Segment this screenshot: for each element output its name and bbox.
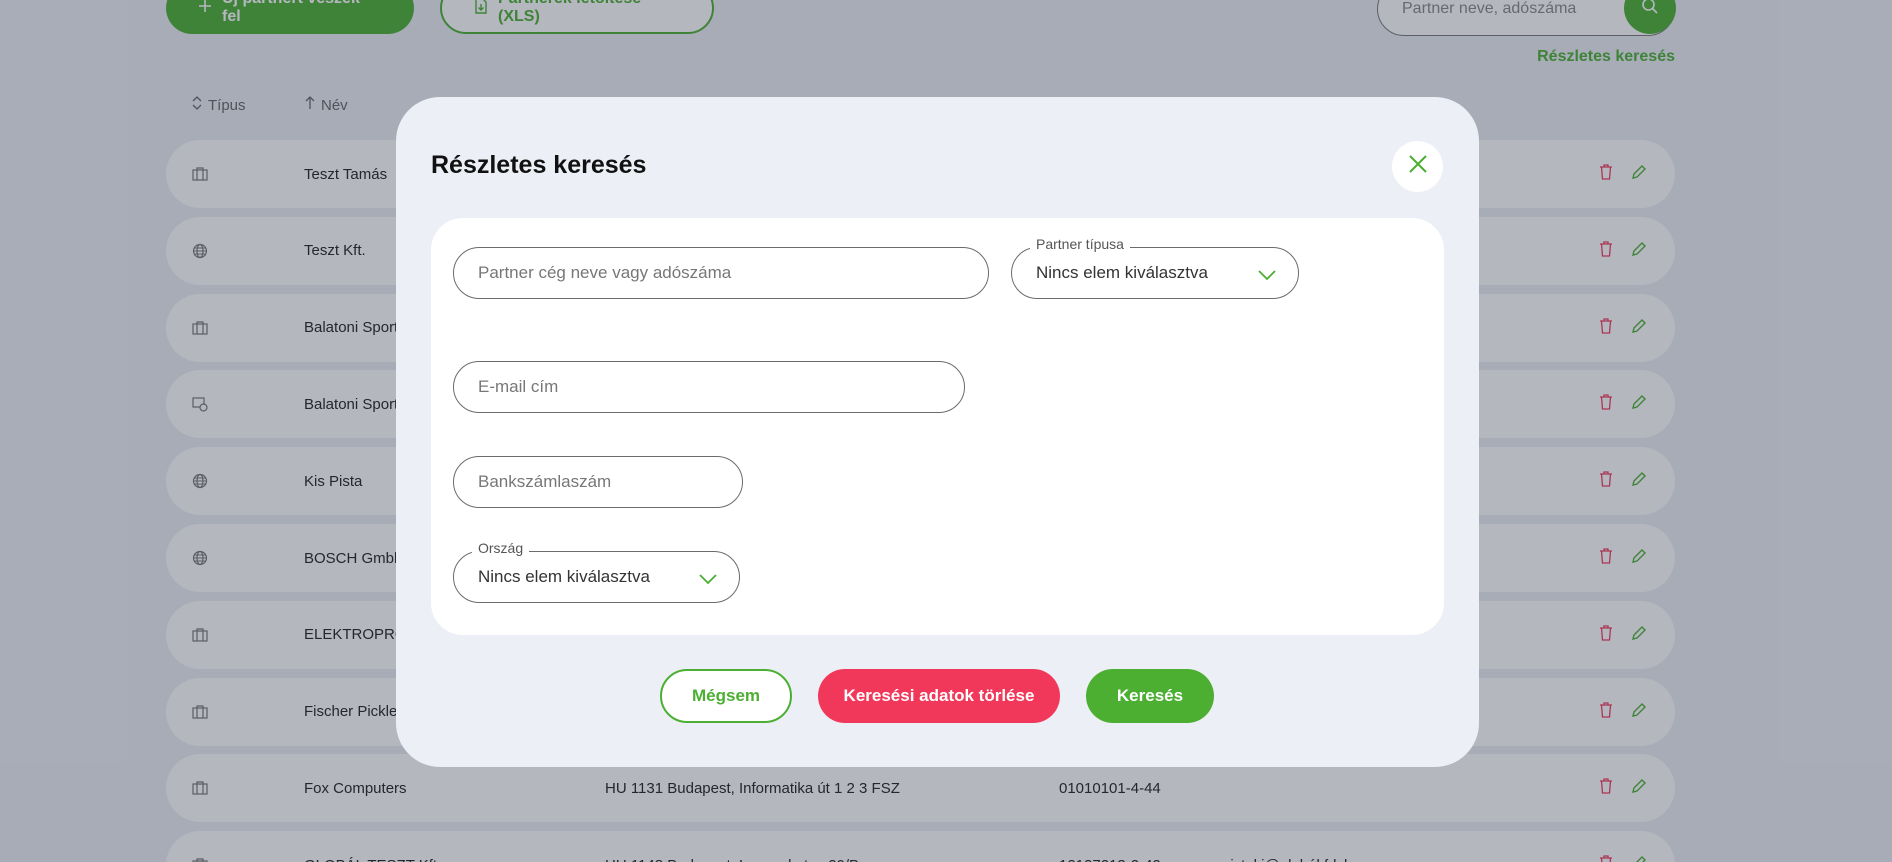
clear-search-button[interactable]: Keresési adatok törlése [818, 669, 1060, 723]
country-value: Nincs elem kiválasztva [478, 567, 650, 586]
chevron-down-icon [699, 570, 717, 590]
partner-type-value: Nincs elem kiválasztva [1036, 263, 1208, 282]
cancel-button[interactable]: Mégsem [660, 669, 792, 723]
partner-type-select[interactable]: Partner típusa Nincs elem kiválasztva [1011, 236, 1299, 299]
partner-name-placeholder: Partner cég neve vagy adószáma [478, 263, 732, 282]
bank-account-input[interactable]: Bankszámlaszám [453, 456, 743, 508]
country-label: Ország [472, 540, 530, 556]
search-submit-button[interactable]: Keresés [1086, 669, 1214, 723]
email-input[interactable]: E-mail cím [453, 361, 965, 413]
close-icon [1408, 154, 1428, 179]
email-placeholder: E-mail cím [478, 377, 559, 396]
search-form: Partner cég neve vagy adószáma Partner t… [431, 218, 1444, 635]
close-button[interactable] [1392, 141, 1443, 192]
bank-account-placeholder: Bankszámlaszám [478, 472, 612, 491]
country-select[interactable]: Ország Nincs elem kiválasztva [453, 540, 740, 603]
partner-type-label: Partner típusa [1030, 236, 1130, 252]
partner-name-input[interactable]: Partner cég neve vagy adószáma [453, 247, 989, 299]
modal-title: Részletes keresés [431, 151, 647, 179]
detailed-search-modal: Részletes keresés Partner cég neve vagy … [396, 97, 1479, 767]
chevron-down-icon [1258, 266, 1276, 286]
